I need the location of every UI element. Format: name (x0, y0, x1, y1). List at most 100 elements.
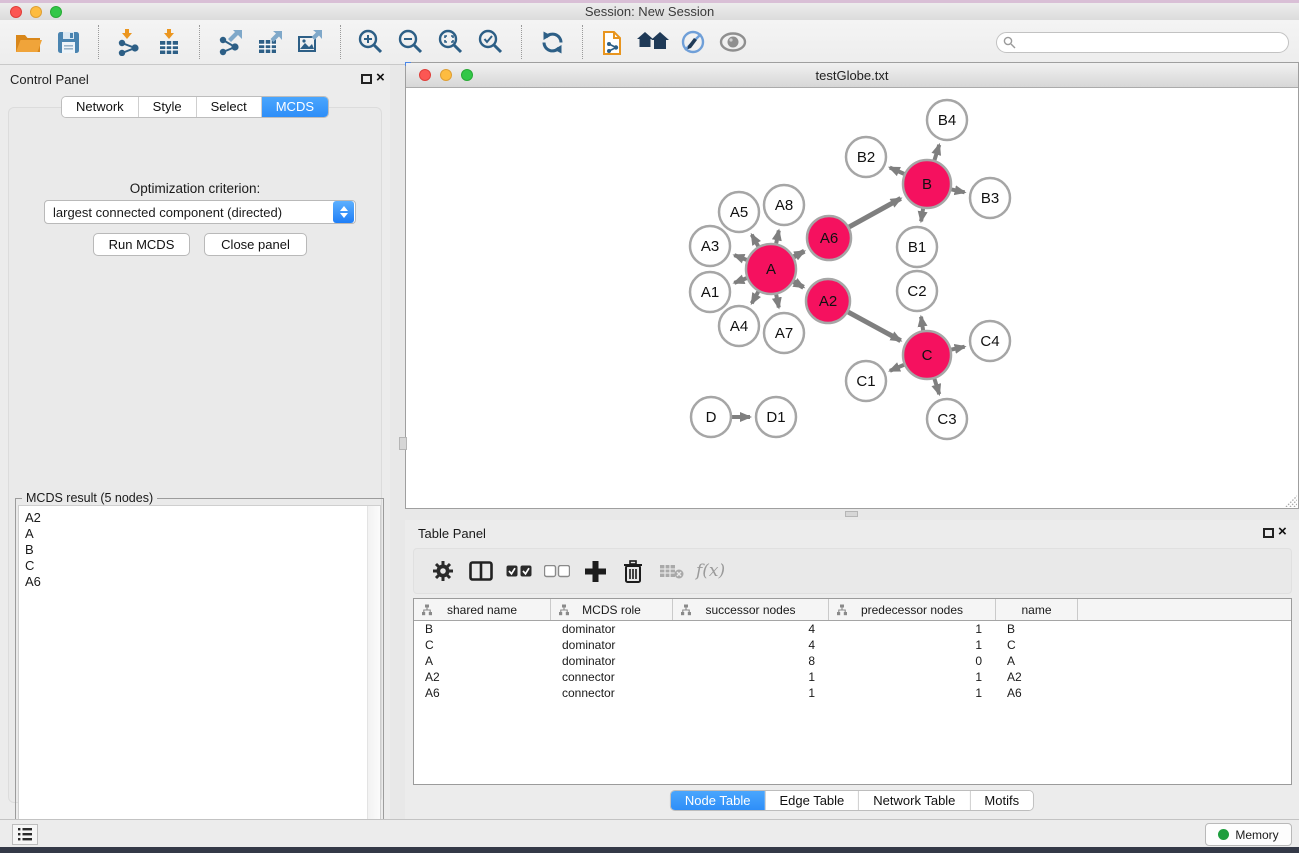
edge-A-A8[interactable] (776, 230, 779, 243)
edge-C-C4[interactable] (951, 347, 964, 350)
cell-shared-name[interactable]: C (414, 637, 551, 653)
cell-name[interactable]: A (996, 653, 1078, 669)
cell-name[interactable]: B (996, 621, 1078, 637)
show-column-button[interactable] (464, 553, 498, 589)
cell-successor-nodes[interactable]: 4 (673, 621, 829, 637)
table-row[interactable]: Adominator80A (414, 653, 1291, 669)
edge-A-A2[interactable] (794, 282, 804, 288)
clone-network-button[interactable] (593, 23, 633, 61)
mcds-result-list[interactable]: A2ABCA6 (18, 505, 381, 840)
task-history-button[interactable] (12, 824, 38, 845)
import-table-button[interactable] (149, 23, 189, 61)
column-header-mcds-role[interactable]: MCDS role (551, 599, 673, 620)
cell-mcds-role[interactable]: dominator (551, 637, 673, 653)
cell-predecessor-nodes[interactable]: 1 (829, 685, 996, 701)
tab-node-table[interactable]: Node Table (671, 791, 765, 810)
table-row[interactable]: A6connector11A6 (414, 685, 1291, 701)
column-header-successor-nodes[interactable]: successor nodes (673, 599, 829, 620)
function-builder-button[interactable]: f(x) (692, 561, 725, 581)
column-header-predecessor-nodes[interactable]: predecessor nodes (829, 599, 996, 620)
cell-shared-name[interactable]: A (414, 653, 551, 669)
network-horizontal-scroll-thumb[interactable] (845, 511, 858, 517)
search-input[interactable] (996, 32, 1289, 53)
edge-A2-C[interactable] (848, 312, 900, 341)
add-column-button[interactable] (578, 553, 612, 589)
edge-B-B2[interactable] (890, 168, 904, 174)
cell-successor-nodes[interactable]: 1 (673, 669, 829, 685)
cell-shared-name[interactable]: A2 (414, 669, 551, 685)
export-image-button[interactable] (290, 23, 330, 61)
cell-mcds-role[interactable]: dominator (551, 653, 673, 669)
cell-shared-name[interactable]: A6 (414, 685, 551, 701)
table-float-icon[interactable] (1263, 528, 1274, 538)
cell-shared-name[interactable]: B (414, 621, 551, 637)
export-table-button[interactable] (250, 23, 290, 61)
zoom-selected-button[interactable] (471, 23, 511, 61)
cell-mcds-role[interactable]: connector (551, 669, 673, 685)
export-network-button[interactable] (210, 23, 250, 61)
resize-grip-icon[interactable] (1282, 494, 1297, 507)
table-close-icon[interactable]: × (1278, 523, 1287, 541)
zoom-fit-button[interactable] (431, 23, 471, 61)
edge-A-A1[interactable] (734, 278, 746, 283)
tab-style[interactable]: Style (138, 97, 196, 117)
result-scrollbar[interactable] (367, 506, 380, 839)
deselect-all-button[interactable] (540, 553, 574, 589)
result-item[interactable]: A (25, 526, 380, 542)
cell-predecessor-nodes[interactable]: 0 (829, 653, 996, 669)
edge-A6-B[interactable] (849, 198, 901, 226)
delete-column-button[interactable] (616, 553, 650, 589)
cell-name[interactable]: A2 (996, 669, 1078, 685)
table-row[interactable]: Cdominator41C (414, 637, 1291, 653)
column-header-shared-name[interactable]: shared name (414, 599, 551, 620)
import-network-button[interactable] (109, 23, 149, 61)
tab-motifs[interactable]: Motifs (969, 791, 1033, 810)
cell-predecessor-nodes[interactable]: 1 (829, 621, 996, 637)
cell-mcds-role[interactable]: dominator (551, 621, 673, 637)
edge-A-A5[interactable] (752, 235, 759, 247)
table-settings-button[interactable] (426, 553, 460, 589)
cell-successor-nodes[interactable]: 1 (673, 685, 829, 701)
criterion-select[interactable]: largest connected component (directed) (44, 200, 356, 224)
delete-table-button[interactable] (654, 553, 688, 589)
float-panel-icon[interactable] (361, 74, 372, 84)
edge-C-C2[interactable] (921, 317, 923, 331)
network-canvas[interactable]: B4B2BB3A8A5A6A3B1AA1C2A2A4A7C4CC1C3DD1 (406, 88, 1298, 508)
run-mcds-button[interactable]: Run MCDS (93, 233, 190, 256)
edge-C-C3[interactable] (934, 379, 939, 394)
open-session-button[interactable] (8, 23, 48, 61)
close-panel-icon[interactable]: × (376, 69, 385, 87)
edge-C-C1[interactable] (890, 365, 904, 371)
cell-name[interactable]: C (996, 637, 1078, 653)
tab-mcds[interactable]: MCDS (261, 97, 328, 117)
zoom-in-button[interactable] (351, 23, 391, 61)
hide-labels-button[interactable] (673, 23, 713, 61)
home-button[interactable] (633, 23, 673, 61)
cell-successor-nodes[interactable]: 4 (673, 637, 829, 653)
table-row[interactable]: A2connector11A2 (414, 669, 1291, 685)
result-item[interactable]: A2 (25, 510, 380, 526)
tab-select[interactable]: Select (196, 97, 261, 117)
save-session-button[interactable] (48, 23, 88, 61)
edge-B-B3[interactable] (951, 189, 964, 192)
edge-A-A6[interactable] (794, 251, 804, 257)
tab-network-table[interactable]: Network Table (858, 791, 969, 810)
edge-A-A3[interactable] (734, 255, 746, 260)
result-item[interactable]: A6 (25, 574, 380, 590)
select-all-button[interactable] (502, 553, 536, 589)
edge-A-A4[interactable] (752, 292, 759, 304)
result-item[interactable]: B (25, 542, 380, 558)
close-panel-button[interactable]: Close panel (204, 233, 307, 256)
apply-layout-button[interactable] (532, 23, 572, 61)
table-row[interactable]: Bdominator41B (414, 621, 1291, 637)
tab-edge-table[interactable]: Edge Table (764, 791, 858, 810)
result-item[interactable]: C (25, 558, 380, 574)
cell-mcds-role[interactable]: connector (551, 685, 673, 701)
network-vertical-scroll-thumb[interactable] (399, 437, 407, 450)
column-header-name[interactable]: name (996, 599, 1078, 620)
memory-button[interactable]: Memory (1205, 823, 1292, 846)
cell-name[interactable]: A6 (996, 685, 1078, 701)
cell-successor-nodes[interactable]: 8 (673, 653, 829, 669)
cell-predecessor-nodes[interactable]: 1 (829, 637, 996, 653)
edge-A-A7[interactable] (776, 294, 779, 307)
